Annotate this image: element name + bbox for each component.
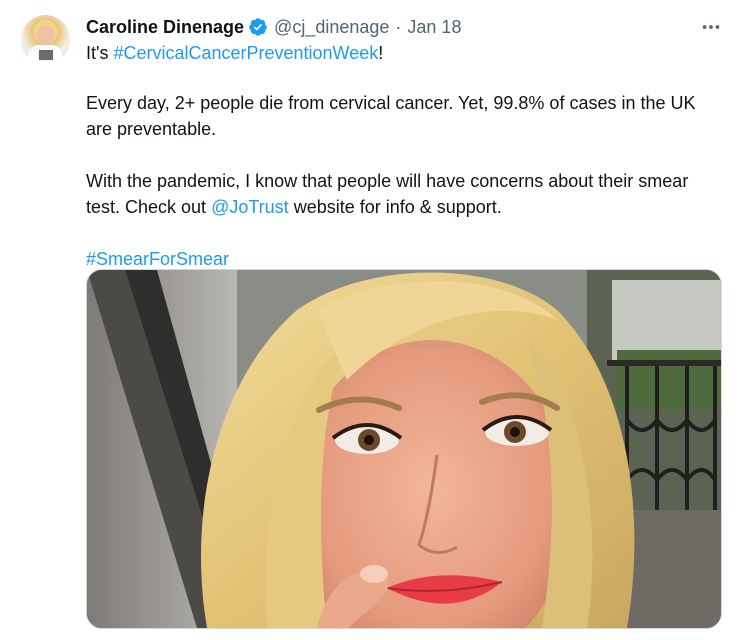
avatar-face bbox=[37, 25, 54, 45]
tweet-header: Caroline Dinenage @cj_dinenage · Jan 18 bbox=[86, 14, 461, 40]
tweet-paragraph-2: Every day, 2+ people die from cervical c… bbox=[86, 93, 696, 139]
para3-suffix: website for info & support. bbox=[288, 197, 502, 217]
line1-prefix: It's bbox=[86, 43, 114, 63]
tweet-text: It's #CervicalCancerPreventionWeek! Ever… bbox=[86, 40, 726, 272]
header-separator: · bbox=[395, 16, 402, 37]
avatar[interactable] bbox=[21, 15, 70, 64]
hashtag-cervical-cancer-prevention-week[interactable]: #CervicalCancerPreventionWeek bbox=[113, 43, 378, 63]
author-handle[interactable]: @cj_dinenage bbox=[274, 17, 389, 38]
more-options-icon[interactable] bbox=[696, 14, 726, 40]
line1-suffix: ! bbox=[378, 43, 384, 63]
tweet-photo[interactable] bbox=[86, 269, 722, 629]
tweet-line-1: It's #CervicalCancerPreventionWeek! bbox=[86, 40, 726, 66]
tweet[interactable]: Caroline Dinenage @cj_dinenage · Jan 18 … bbox=[0, 0, 741, 640]
avatar-card bbox=[38, 49, 54, 61]
tweet-date[interactable]: Jan 18 bbox=[407, 17, 461, 38]
verified-badge-icon bbox=[248, 17, 268, 37]
mention-jotrust[interactable]: @JoTrust bbox=[211, 197, 289, 217]
tweet-paragraph-3: With the pandemic, I know that people wi… bbox=[86, 168, 726, 220]
hashtag-smear-for-smear[interactable]: #SmearForSmear bbox=[86, 249, 229, 269]
author-name[interactable]: Caroline Dinenage bbox=[86, 17, 244, 38]
